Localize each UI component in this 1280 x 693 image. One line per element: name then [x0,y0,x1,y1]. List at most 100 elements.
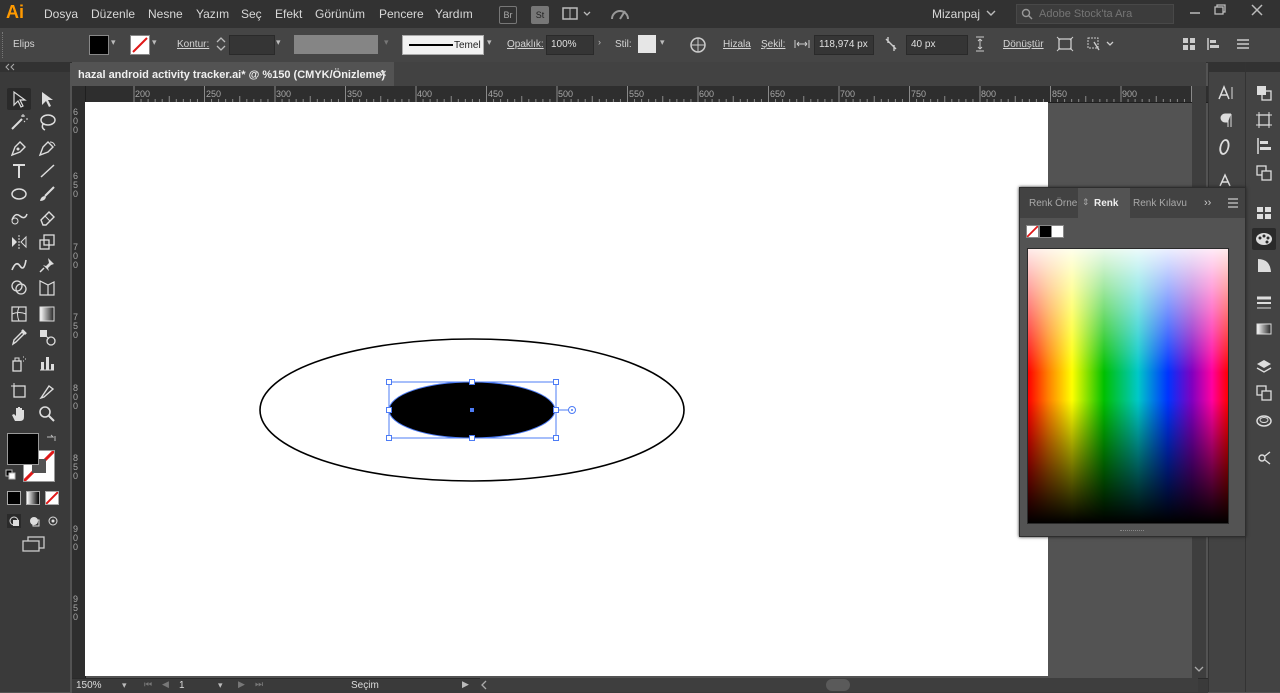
draw-inside-icon[interactable] [46,514,60,531]
status-menu-icon[interactable]: ▶ [462,679,469,690]
layers-panel-button[interactable] [1252,356,1276,378]
eraser-tool[interactable] [35,206,59,228]
blend-tool[interactable] [35,326,59,348]
curvature-tool[interactable] [35,137,59,159]
stroke-weight-chevron-icon[interactable]: ▾ [276,37,281,48]
white-swatch[interactable] [1051,225,1064,238]
artboard-number[interactable]: 1 [179,680,185,691]
swap-fill-stroke-icon[interactable] [45,433,57,448]
opacity-chevron-icon[interactable]: › [598,37,601,47]
dock-header-right[interactable] [1246,62,1280,72]
type-tool[interactable] [7,160,31,182]
asset-export-panel-button[interactable] [1252,447,1276,469]
tab-swatches[interactable]: Renk Örnek [1029,198,1082,209]
first-artboard-icon[interactable]: ⏮ [144,679,152,690]
scale-tool[interactable] [35,231,59,253]
next-artboard-icon[interactable]: ▶ [238,679,245,690]
magic-wand-tool[interactable] [7,111,31,133]
shape-label[interactable]: Şekil: [761,39,785,50]
cc-libraries-panel-button[interactable] [1252,409,1276,431]
gradient-tool[interactable] [35,303,59,325]
hand-tool[interactable] [7,403,31,425]
artboard-chevron-icon[interactable]: ▾ [218,680,223,691]
shaper-tool[interactable] [7,206,31,228]
menu-file[interactable]: Dosya [44,7,78,21]
style-chevron-icon[interactable]: ▾ [660,37,665,48]
color-guide-panel-button[interactable] [1252,254,1276,276]
swatches-panel-button[interactable] [1252,202,1276,224]
none-swatch[interactable] [1026,225,1039,238]
previous-artboard-icon[interactable]: ◀ [162,679,169,690]
color-panel-button[interactable] [1252,228,1276,250]
link-constrain-icon[interactable] [884,35,898,56]
align-icon[interactable] [1206,37,1226,54]
none-mode-button[interactable] [45,491,59,505]
lasso-tool[interactable] [35,111,59,133]
select-similar-icon[interactable] [1086,36,1116,55]
fill-color-box[interactable] [7,433,39,465]
pathfinder-panel-button[interactable] [1252,82,1276,104]
menu-type[interactable]: Yazım [196,7,229,21]
more-tabs-icon[interactable]: ›› [1204,197,1211,209]
dock-header[interactable] [1209,62,1245,72]
gradient-mode-button[interactable] [26,491,40,505]
brush-definition-field[interactable]: Temel [402,35,484,55]
collapse-icon[interactable] [4,63,16,71]
symbol-sprayer-tool[interactable] [7,352,31,374]
selection-tool[interactable] [7,88,31,110]
last-artboard-icon[interactable]: ⏭ [255,679,263,690]
zoom-chevron-icon[interactable]: ▾ [122,680,127,691]
restore-icon[interactable] [1214,4,1226,19]
brush-chevron-icon[interactable]: ▾ [487,37,492,48]
menu-edit[interactable]: Düzenle [91,7,135,21]
zoom-tool[interactable] [35,403,59,425]
artboards-panel-button[interactable] [1252,382,1276,404]
isolate-object-icon[interactable] [1056,36,1074,55]
menu-object[interactable]: Nesne [148,7,183,21]
minimize-icon[interactable] [1189,4,1201,19]
close-window-icon[interactable] [1251,4,1263,19]
bridge-icon[interactable]: Br [499,6,517,24]
mesh-tool[interactable] [7,303,31,325]
ellipse-tool[interactable] [7,183,31,205]
color-spectrum[interactable] [1027,248,1229,524]
vertical-ruler[interactable]: 600 650 700 750 800 850 900 950 [72,86,86,678]
menu-window[interactable]: Pencere [379,7,424,21]
stroke-stepper-icon[interactable] [216,36,226,55]
arrange-documents-icon[interactable] [562,7,592,24]
fill-swatch[interactable] [89,35,109,55]
stock-icon[interactable]: St [531,6,549,24]
transform-label[interactable]: Dönüştür [1003,39,1044,50]
character-panel-button[interactable] [1214,82,1238,104]
stroke-weight-field[interactable] [229,35,275,55]
variable-width-profile[interactable] [294,35,378,54]
default-fill-stroke-icon[interactable] [5,469,17,484]
panel-resize-grip[interactable] [1120,530,1144,534]
transform-panel-button[interactable] [1252,109,1276,131]
column-graph-tool[interactable] [35,352,59,374]
links-panel-button[interactable] [1252,162,1276,184]
tab-toggle-icon[interactable]: ⇕ [1082,197,1090,208]
panel-menu-icon[interactable] [1236,37,1250,54]
warp-tool[interactable] [7,254,31,276]
workspace-switcher[interactable]: Mizanpaj [932,7,980,21]
shape-builder-tool[interactable] [7,277,31,299]
chevron-down-icon[interactable] [986,8,996,21]
perspective-grid-tool[interactable] [35,277,59,299]
stroke-chevron-icon[interactable]: ▾ [152,37,157,48]
arrange-icon[interactable] [1182,37,1196,54]
scroll-down-icon[interactable] [1194,664,1204,676]
stroke-swatch[interactable] [130,35,150,55]
menu-select[interactable]: Seç [241,7,262,21]
opacity-field[interactable]: 100% [546,35,594,55]
width-field[interactable]: 118,974 px [814,35,874,55]
opentype-panel-button[interactable] [1214,136,1238,158]
gpu-performance-icon[interactable] [609,5,631,26]
reflect-tool[interactable] [7,231,31,253]
align-panel-button[interactable] [1252,135,1276,157]
scroll-left-icon[interactable] [480,680,488,693]
paragraph-panel-button[interactable] [1214,109,1238,131]
slice-tool[interactable] [35,380,59,402]
draw-normal-icon[interactable] [7,514,21,528]
fill-chevron-icon[interactable]: ▾ [111,37,116,48]
